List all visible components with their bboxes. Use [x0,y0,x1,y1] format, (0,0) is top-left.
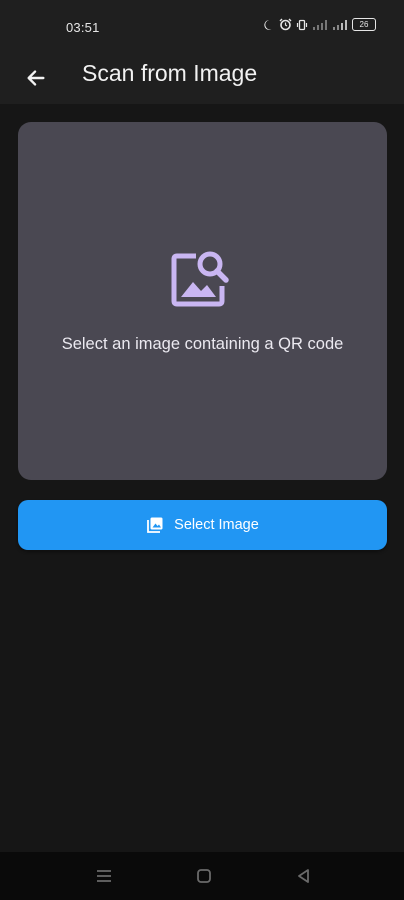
arrow-left-icon [27,70,45,86]
battery-icon: 26 [352,18,376,31]
nav-home-button[interactable] [192,864,216,888]
select-image-button[interactable]: Select Image [18,500,387,550]
nav-back-button[interactable] [292,864,316,888]
nav-menu-button[interactable] [92,864,116,888]
status-time: 03:51 [66,20,100,35]
signal-icon [333,19,347,30]
page-title: Scan from Image [82,60,258,86]
status-icons: 26 [263,18,376,31]
select-image-label: Select Image [174,517,259,533]
back-button[interactable] [16,58,56,98]
photo-library-icon [147,517,163,533]
moon-icon [264,19,272,30]
alarm-icon [279,18,292,31]
image-search-icon [171,251,229,307]
vibrate-icon [296,19,308,30]
app-bar: Scan from Image [0,52,404,104]
system-nav-bar [0,852,404,900]
signal-icon [313,19,327,30]
menu-icon [97,870,111,882]
home-square-icon [197,869,211,883]
back-triangle-icon [298,869,309,883]
preview-message: Select an image containing a QR code [61,335,344,353]
status-bar: 03:51 26 [0,0,404,52]
